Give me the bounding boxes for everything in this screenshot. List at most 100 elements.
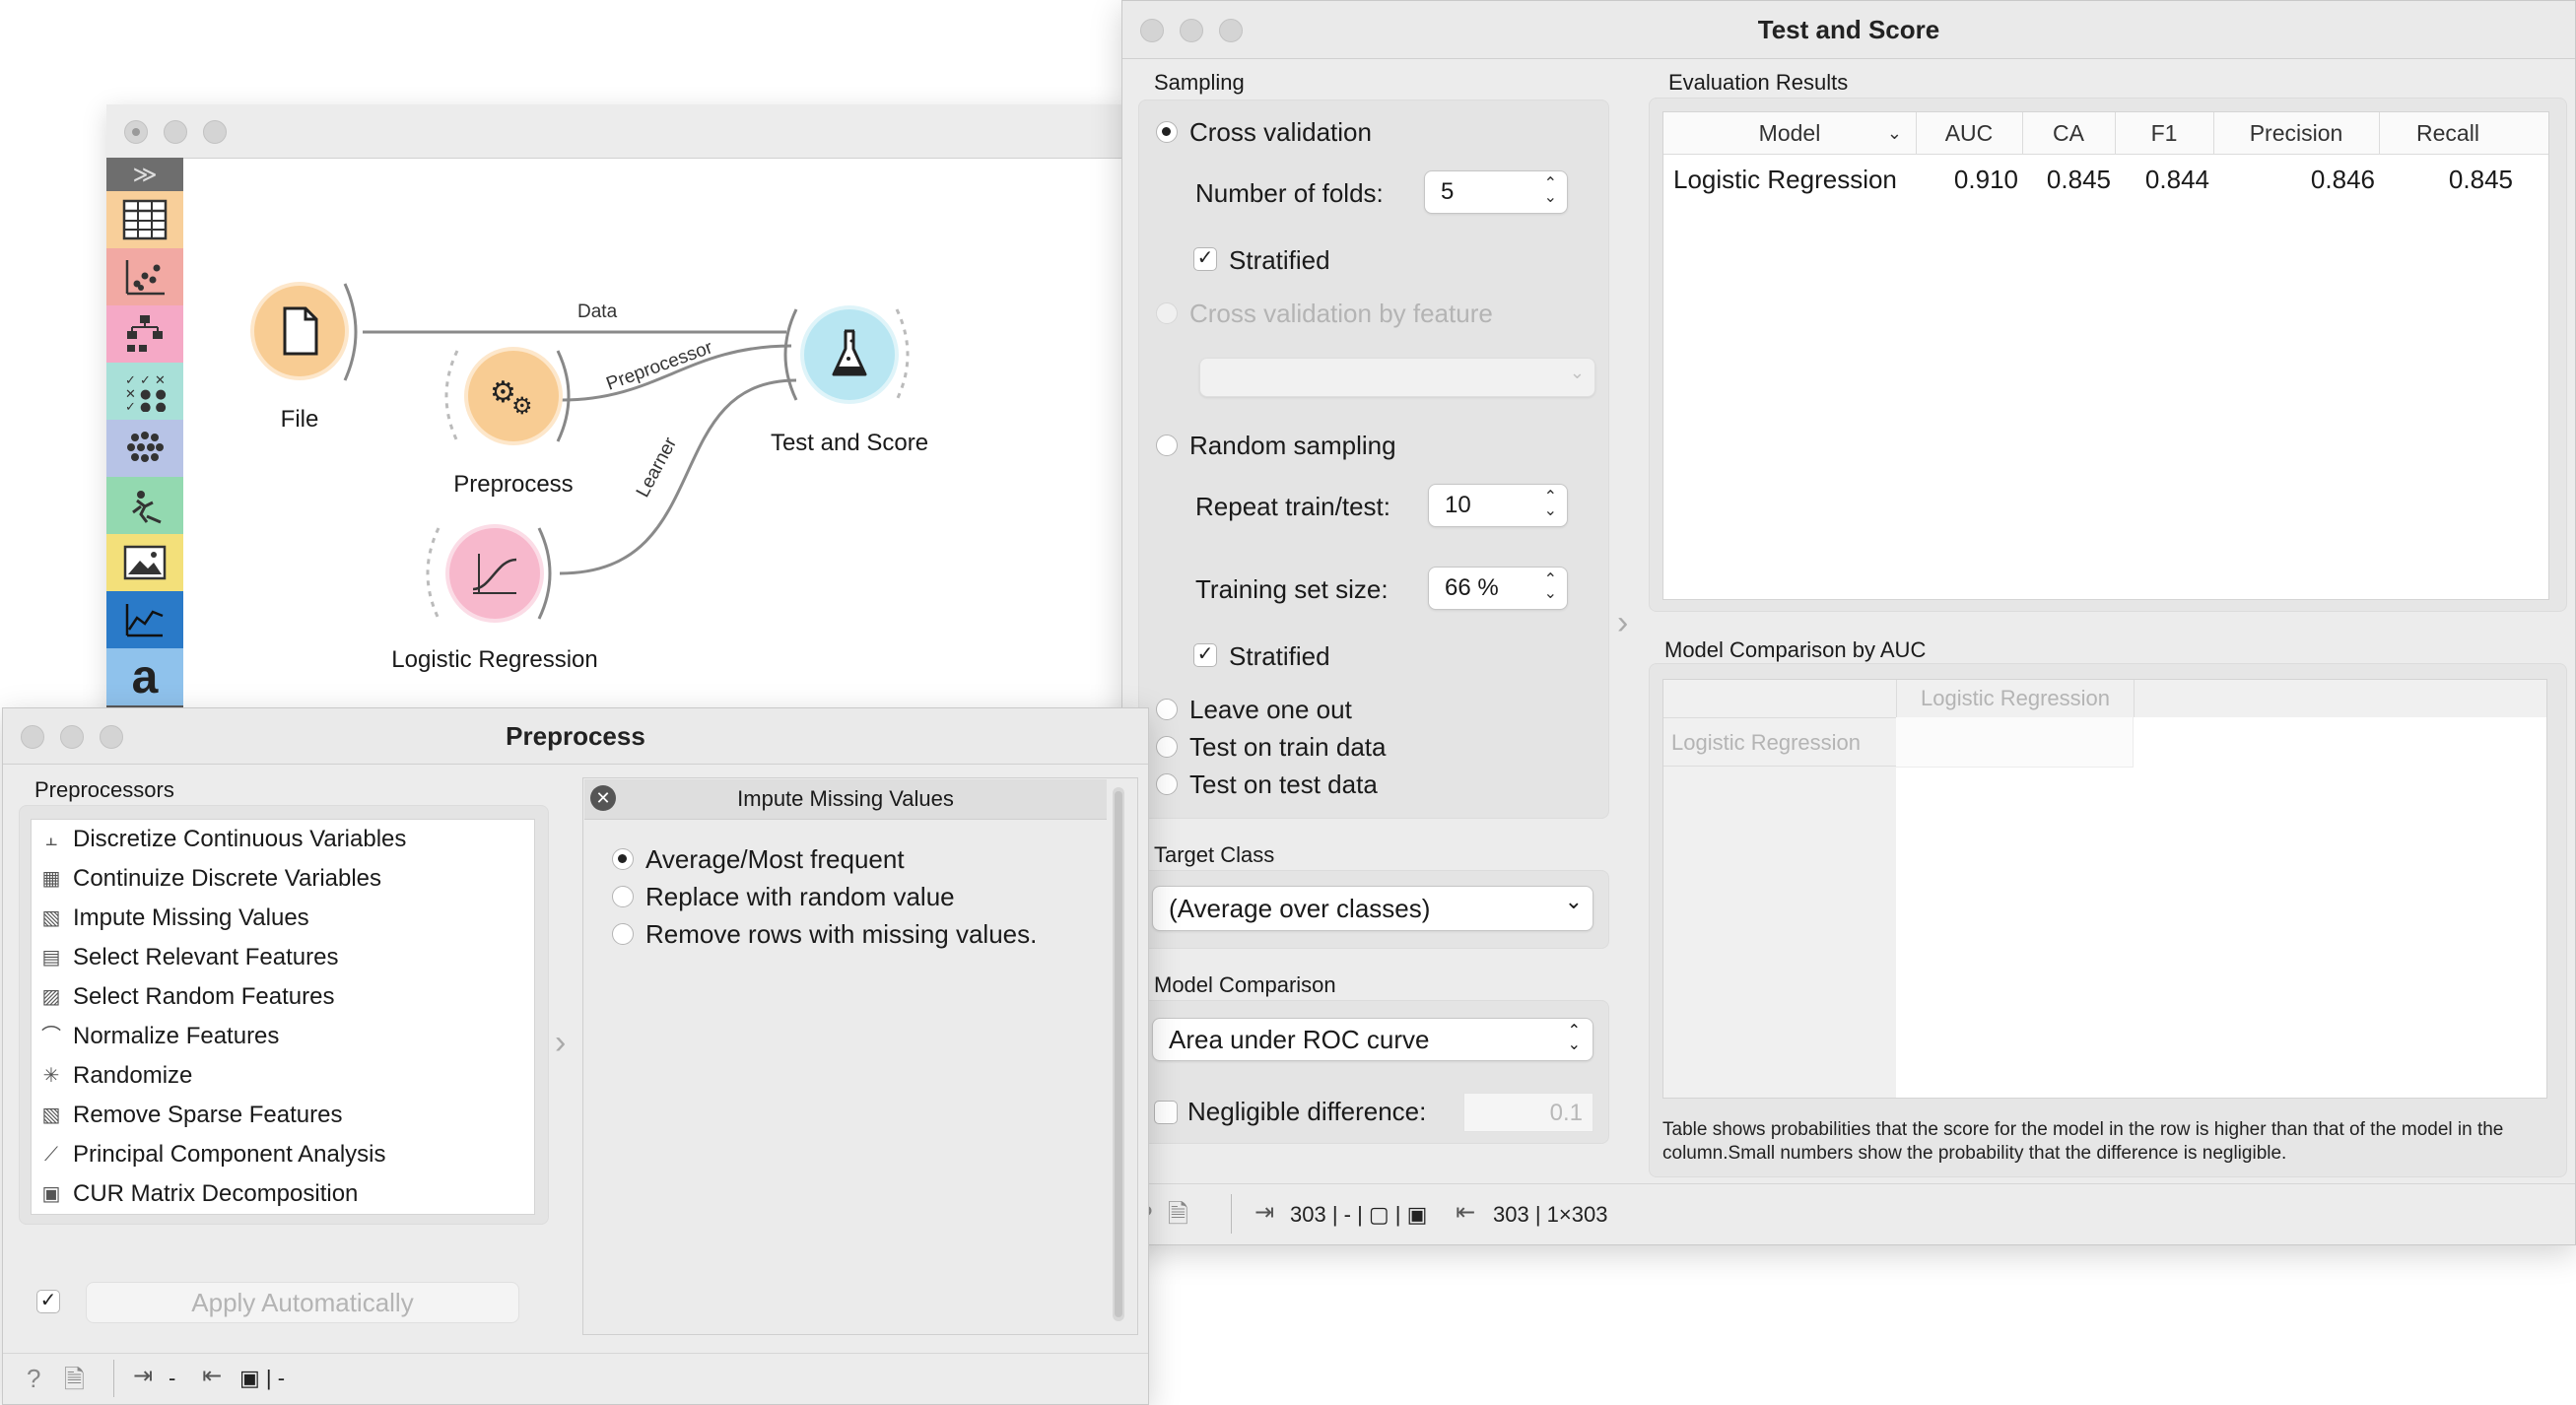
test-test-radio[interactable] — [1156, 773, 1178, 795]
cv-by-feature-label[interactable]: Cross validation by feature — [1189, 299, 1493, 329]
randomize-icon: ✳ — [42, 1065, 60, 1087]
stepper-icon: ⌃ ⌄ — [1567, 1023, 1581, 1053]
list-item[interactable]: ⫠ Discretize Continuous Variables — [32, 820, 534, 859]
leave-one-out-radio[interactable] — [1156, 699, 1178, 720]
auc-row-header: Logistic Regression — [1663, 717, 1896, 767]
feature-select[interactable]: ⌄ — [1199, 358, 1595, 397]
cross-validation-radio[interactable] — [1156, 121, 1178, 143]
link-label-data: Data — [577, 301, 618, 322]
results-table[interactable]: Model ⌄ AUC CA F1 Precision Recall Logist… — [1662, 111, 2549, 600]
col-header-f1[interactable]: F1 — [2115, 112, 2214, 154]
negligible-label[interactable]: Negligible difference: — [1187, 1097, 1426, 1127]
list-item-label: Normalize Features — [73, 1023, 280, 1049]
file-icon — [283, 306, 318, 356]
list-item[interactable]: ⟋ Principal Component Analysis — [32, 1135, 534, 1174]
test-train-radio[interactable] — [1156, 736, 1178, 758]
comparison-select[interactable]: Area under ROC curve ⌃ ⌄ — [1152, 1018, 1593, 1061]
impute-option-average-radio[interactable] — [612, 848, 634, 870]
status-bar: ? 🗎 ⇥ - ⇤ ▣ | - — [3, 1353, 1148, 1404]
impute-option-average-label[interactable]: Average/Most frequent — [645, 844, 905, 875]
col-header-ca[interactable]: CA — [2022, 112, 2116, 154]
chevron-down-icon: ⌄ — [1569, 363, 1585, 382]
list-item[interactable]: ▦ Continuize Discrete Variables — [32, 859, 534, 899]
target-class-select[interactable]: (Average over classes) ⌄ — [1152, 886, 1593, 931]
preprocess-window: Preprocess Preprocessors ⫠ Discretize Con… — [2, 707, 1149, 1405]
list-item[interactable]: ▨ Select Random Features — [32, 977, 534, 1017]
flask-icon — [832, 329, 867, 376]
logistic-regression-node[interactable] — [449, 528, 540, 619]
apply-automatically-checkbox[interactable]: ✓ — [36, 1290, 60, 1313]
random-sampling-radio[interactable] — [1156, 435, 1178, 456]
preprocessors-list[interactable]: ⫠ Discretize Continuous Variables ▦ Continu… — [31, 819, 535, 1215]
cv-by-feature-radio[interactable] — [1156, 302, 1178, 324]
normalize-icon: ⌒ — [41, 1026, 61, 1047]
preprocess-node[interactable]: ⚙ ⚙ — [468, 351, 559, 441]
train-size-label: Training set size: — [1195, 574, 1389, 604]
output-icon: ⇤ — [202, 1363, 223, 1389]
list-item[interactable]: ▤ Select Relevant Features — [32, 938, 534, 977]
list-item-label: Randomize — [73, 1062, 193, 1089]
list-item[interactable]: ✳ Randomize — [32, 1056, 534, 1096]
help-icon[interactable]: ? — [27, 1364, 40, 1394]
list-item-label: Impute Missing Values — [73, 904, 309, 931]
input-icon: ⇥ — [1254, 1199, 1275, 1226]
col-header-recall[interactable]: Recall — [2379, 112, 2517, 154]
stratified2-checkbox[interactable]: ✓ — [1193, 643, 1217, 667]
test-and-score-node-label: Test and Score — [770, 430, 929, 456]
splitter-chevron-icon[interactable]: › — [555, 1024, 566, 1062]
stratified2-label[interactable]: Stratified — [1229, 641, 1330, 672]
stratified-checkbox[interactable]: ✓ — [1193, 247, 1217, 271]
preprocessors-header: Preprocessors — [34, 777, 174, 802]
col-header-model[interactable]: Model ⌄ — [1663, 112, 1917, 154]
list-item[interactable]: ▧ Remove Sparse Features — [32, 1096, 534, 1135]
file-node-label: File — [280, 406, 319, 433]
impute-panel-title: Impute Missing Values — [737, 786, 954, 811]
impute-option-random-label[interactable]: Replace with random value — [645, 882, 955, 912]
random-sampling-label[interactable]: Random sampling — [1189, 431, 1396, 461]
table-row[interactable]: Logistic Regression 0.910 0.845 0.844 0.… — [1663, 158, 2548, 201]
folds-spinbox[interactable]: 5 ⌃ ⌄ — [1424, 170, 1568, 214]
test-and-score-node[interactable] — [804, 309, 895, 400]
train-size-spinbox[interactable]: 66 % ⌃ ⌄ — [1428, 567, 1568, 610]
stepper-icon: ⌃ ⌄ — [1543, 489, 1557, 519]
splitter-chevron-icon[interactable]: › — [1617, 604, 1628, 642]
output-summary: 303 | 1×303 — [1493, 1202, 1608, 1227]
input-icon: ⇥ — [133, 1363, 154, 1389]
remove-sparse-icon: ▧ — [41, 1104, 61, 1126]
cross-validation-label[interactable]: Cross validation — [1189, 117, 1372, 148]
auc-col-header: Logistic Regression — [1896, 680, 2135, 717]
list-item[interactable]: ⌒ Normalize Features — [32, 1017, 534, 1056]
test-train-label[interactable]: Test on train data — [1189, 732, 1386, 763]
folds-label: Number of folds: — [1195, 178, 1384, 208]
test-test-label[interactable]: Test on test data — [1189, 769, 1378, 800]
leave-one-out-label[interactable]: Leave one out — [1189, 695, 1352, 725]
impute-option-remove-label[interactable]: Remove rows with missing values. — [645, 919, 1037, 950]
file-node[interactable] — [254, 286, 345, 376]
list-item[interactable]: ▧ Impute Missing Values — [32, 899, 534, 938]
negligible-checkbox[interactable] — [1154, 1101, 1178, 1124]
list-item-label: Select Relevant Features — [73, 944, 339, 970]
editor-scrollbar[interactable] — [1113, 787, 1124, 1321]
repeat-label: Repeat train/test: — [1195, 492, 1390, 521]
list-item-label: Continuize Discrete Variables — [73, 865, 382, 892]
impute-option-remove-radio[interactable] — [612, 923, 634, 945]
report-icon[interactable]: 🗎 — [64, 1362, 85, 1404]
list-item-label: CUR Matrix Decomposition — [73, 1180, 359, 1207]
auc-comparison-table[interactable]: Logistic Regression Logistic Regression — [1662, 679, 2547, 1099]
report-icon[interactable]: 🗎 — [1168, 1196, 1188, 1239]
list-item[interactable]: ▣ CUR Matrix Decomposition — [32, 1174, 534, 1214]
col-header-precision[interactable]: Precision — [2213, 112, 2380, 154]
repeat-spinbox[interactable]: 10 ⌃ ⌄ — [1428, 484, 1568, 527]
col-header-auc[interactable]: AUC — [1916, 112, 2023, 154]
impute-option-random-radio[interactable] — [612, 886, 634, 907]
apply-automatically-button[interactable]: Apply Automatically — [86, 1282, 519, 1323]
negligible-input[interactable]: 0.1 — [1463, 1093, 1593, 1132]
preprocess-node-label: Preprocess — [453, 471, 574, 498]
pca-icon: ⟋ — [44, 1144, 58, 1166]
list-item-label: Remove Sparse Features — [73, 1102, 343, 1128]
stratified-label[interactable]: Stratified — [1229, 245, 1330, 276]
cur-icon: ▣ — [41, 1183, 61, 1205]
model-comparison-header: Model Comparison — [1154, 972, 1336, 997]
input-summary: 303 | - | ▢ | ▣ — [1290, 1202, 1428, 1227]
window-title: Test and Score — [1757, 15, 1940, 44]
